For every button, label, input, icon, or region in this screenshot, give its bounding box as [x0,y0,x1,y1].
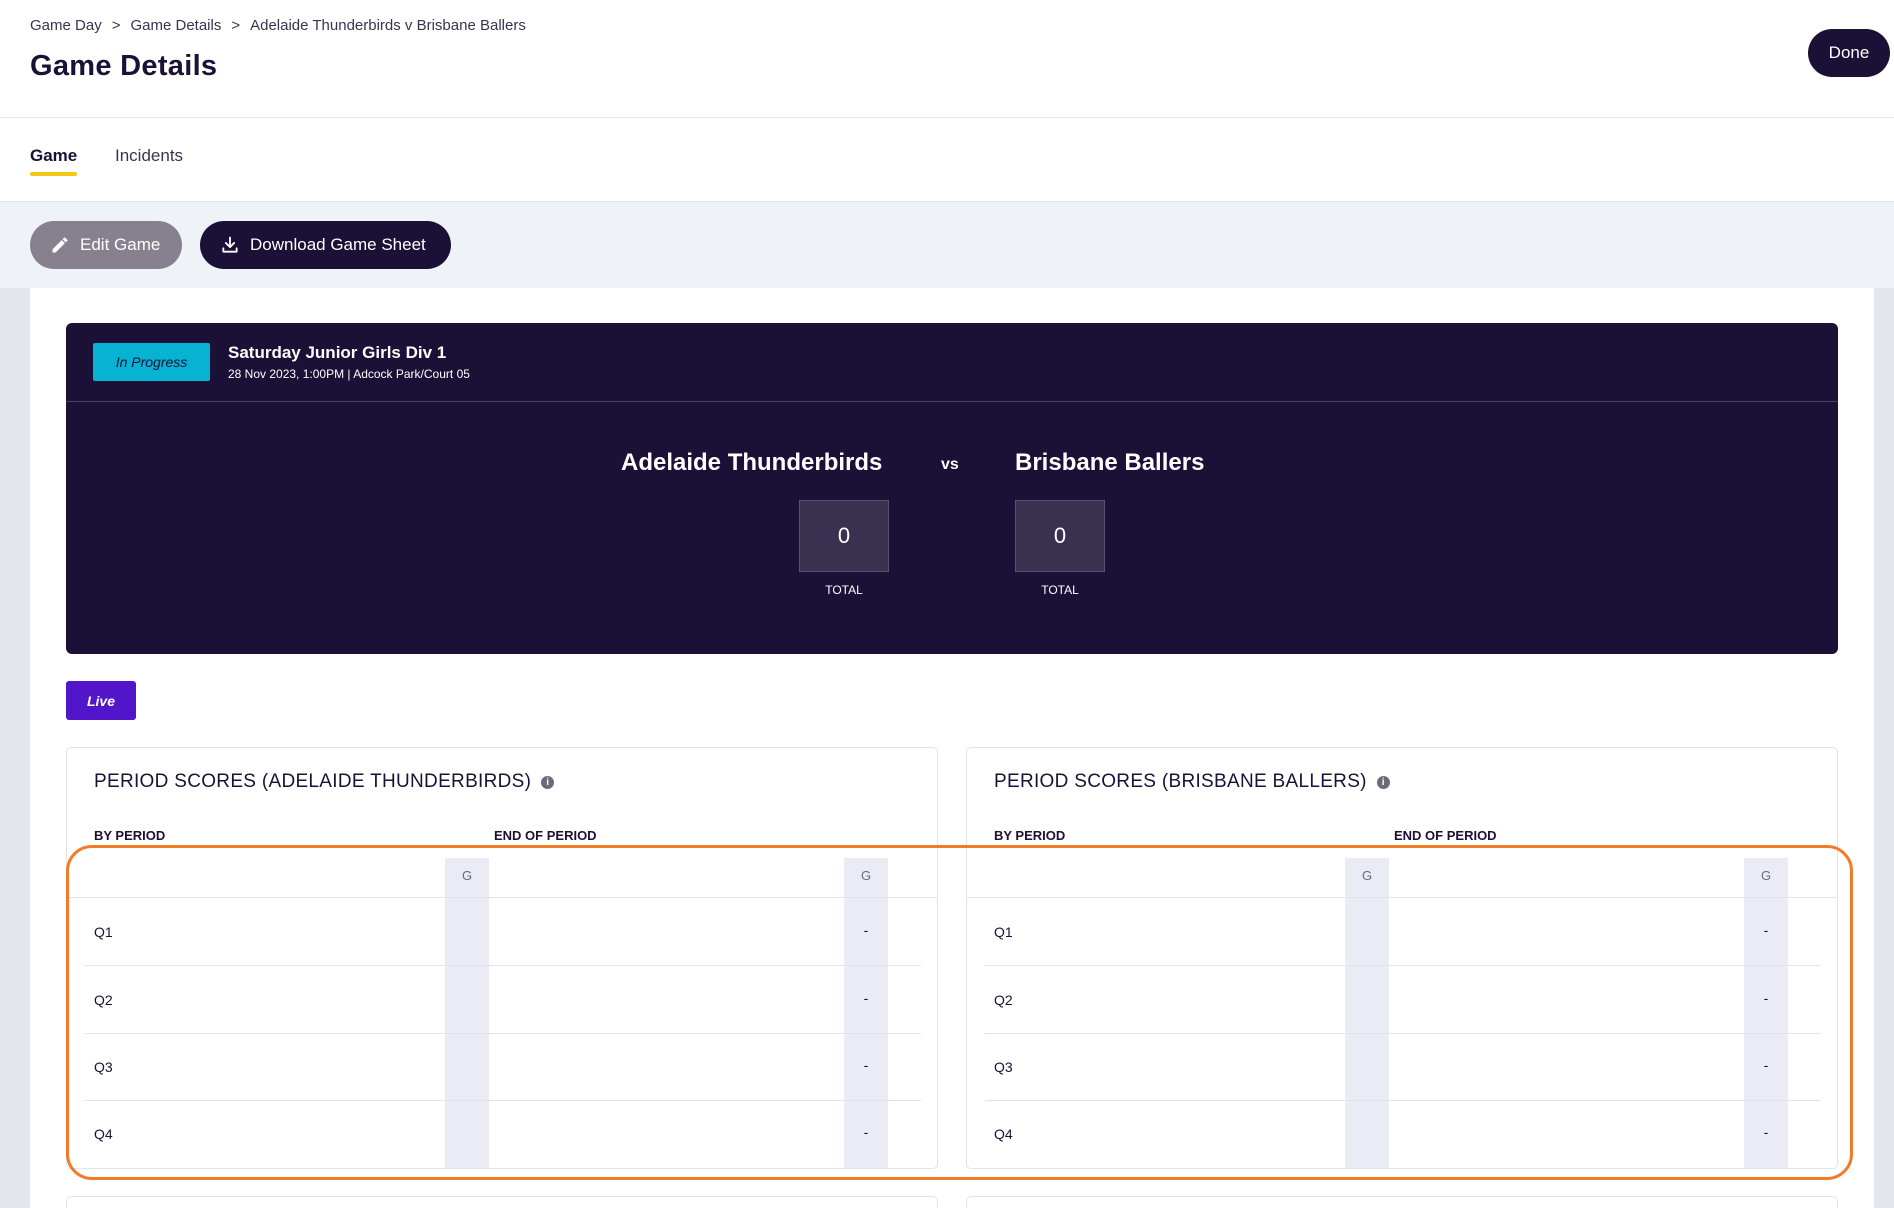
end-of-period-value: - [1763,990,1769,1006]
period-scores-away-panel: PERIOD SCORES (BRISBANE BALLERS) i BY PE… [966,747,1838,1169]
end-of-period-goals-header: G [860,868,872,883]
table-row: Q1 - [85,898,921,966]
pencil-icon [52,237,68,253]
info-icon[interactable]: i [1376,775,1390,789]
by-period-label: BY PERIOD [994,828,1066,843]
table-row: Q2 - [985,966,1821,1034]
period-label: Q3 [94,1059,113,1075]
table-row: Q4 - [985,1100,1821,1168]
period-label: Q3 [994,1059,1013,1075]
period-label: Q1 [994,924,1013,940]
card-divider [66,401,1838,402]
home-total-label: TOTAL [825,583,863,597]
game-meta: 28 Nov 2023, 1:00PM | Adcock Park/Court … [228,367,470,381]
breadcrumb-item-game-details[interactable]: Game Details [130,17,221,34]
period-label: Q4 [994,1126,1013,1142]
edit-game-label: Edit Game [80,235,161,254]
away-total-label: TOTAL [1041,583,1079,597]
by-period-label: BY PERIOD [94,828,166,843]
end-of-period-goals-header: G [1760,868,1772,883]
by-period-goals-header: G [461,868,473,883]
end-of-period-label: END OF PERIOD [494,828,597,843]
table-row: Q2 - [85,966,921,1034]
breadcrumb-separator: > [231,17,241,34]
breadcrumb-item-game-day[interactable]: Game Day [30,17,102,34]
period-label: Q1 [94,924,113,940]
game-summary-card: In Progress Saturday Junior Girls Div 1 … [66,323,1838,654]
breadcrumb-item-current-game: Adelaide Thunderbirds v Brisbane Ballers [250,17,526,34]
end-of-period-label: END OF PERIOD [1394,828,1497,843]
page-header: Game Day > Game Details > Adelaide Thund… [0,0,1894,118]
breadcrumb: Game Day > Game Details > Adelaide Thund… [30,17,526,34]
period-label: Q4 [94,1126,113,1142]
competition-name: Saturday Junior Girls Div 1 [228,343,447,362]
panel-title-text: PERIOD SCORES (ADELAIDE THUNDERBIRDS) [94,771,532,792]
tab-game[interactable]: Game [30,146,78,176]
next-section-card [66,1196,938,1208]
panel-title: PERIOD SCORES (BRISBANE BALLERS) i [994,771,1390,793]
panel-title-text: PERIOD SCORES (BRISBANE BALLERS) [994,771,1367,792]
end-of-period-value: - [863,1057,869,1073]
home-team-name: Adelaide Thunderbirds [621,449,883,476]
end-of-period-value: - [863,1124,869,1140]
end-of-period-value: - [863,990,869,1006]
end-of-period-value: - [863,922,869,938]
end-of-period-value: - [1763,922,1769,938]
period-label: Q2 [94,992,113,1008]
download-game-sheet-label: Download Game Sheet [250,235,426,254]
table-row: Q4 - [85,1100,921,1168]
info-icon[interactable]: i [541,775,555,789]
live-badge[interactable]: Live [66,681,136,720]
end-of-period-value: - [1763,1124,1769,1140]
period-scores-home-panel: PERIOD SCORES (ADELAIDE THUNDERBIRDS) i … [66,747,938,1169]
download-game-sheet-button[interactable]: Download Game Sheet [200,221,451,269]
edit-game-button[interactable]: Edit Game [30,221,182,269]
done-button[interactable]: Done [1808,29,1890,77]
status-badge: In Progress [93,343,210,381]
table-row: Q1 - [985,898,1821,966]
vs-label: vs [941,456,959,473]
away-team-name: Brisbane Ballers [1015,449,1205,476]
page-title: Game Details [30,50,218,82]
away-score: 0 [1015,500,1105,572]
tab-bar: Game Incidents [0,118,1894,202]
tab-incidents[interactable]: Incidents [115,146,183,174]
table-row: Q3 - [985,1033,1821,1101]
end-of-period-value: - [1763,1057,1769,1073]
period-label: Q2 [994,992,1013,1008]
download-icon [222,236,238,253]
next-section-card [966,1196,1838,1208]
home-score: 0 [799,500,889,572]
table-row: Q3 - [85,1033,921,1101]
breadcrumb-separator: > [111,17,121,34]
by-period-goals-header: G [1361,868,1373,883]
panel-title: PERIOD SCORES (ADELAIDE THUNDERBIRDS) i [94,771,555,793]
action-bar: Edit Game Download Game Sheet [0,202,1894,288]
